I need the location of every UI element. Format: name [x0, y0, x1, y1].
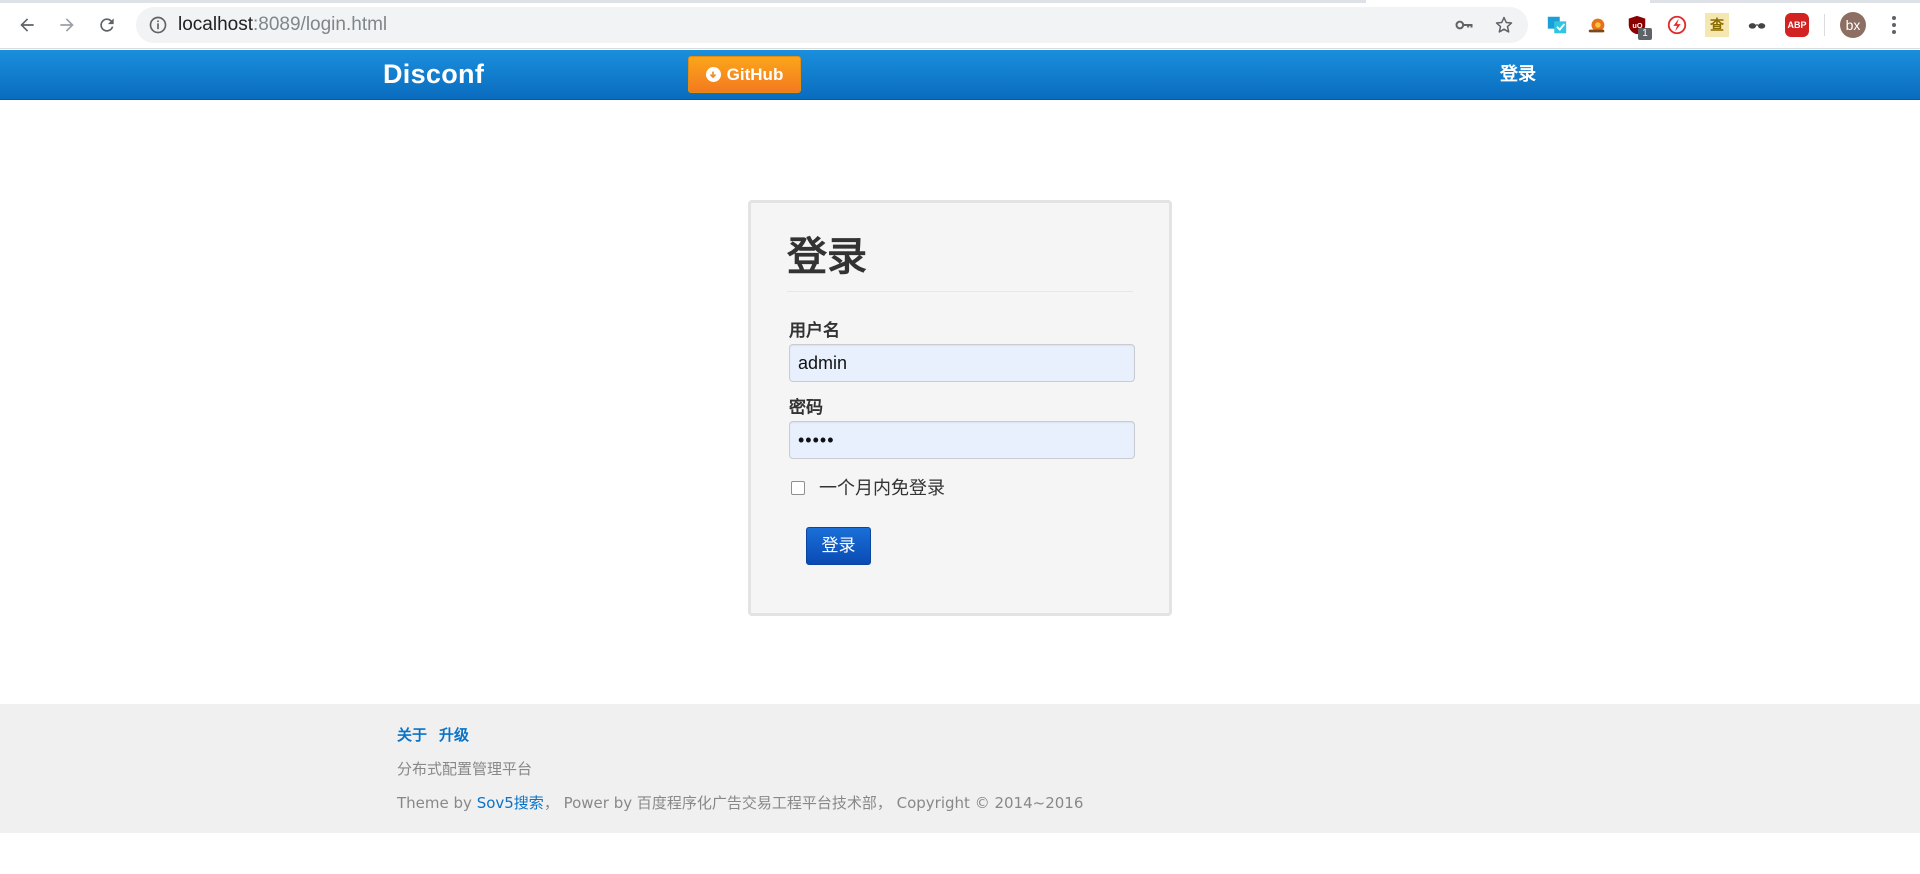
profile-avatar[interactable]: bx	[1840, 12, 1866, 38]
login-title: 登录	[787, 234, 867, 280]
github-arrow-icon	[705, 67, 721, 82]
footer-link-upgrade[interactable]: 升级	[439, 726, 469, 744]
flash-extension-icon[interactable]	[1665, 13, 1689, 37]
extension-badge-count: 1	[1638, 28, 1652, 40]
back-icon[interactable]	[12, 10, 42, 40]
theme-prefix: Theme by	[397, 794, 477, 812]
password-input[interactable]: •••••	[789, 421, 1135, 459]
site-info-icon[interactable]	[148, 15, 168, 35]
nav-login-link[interactable]: 登录	[1500, 64, 1536, 86]
tab-strip	[0, 0, 1366, 3]
login-panel: 登录 用户名 admin 密码 ••••• 一个月内免登录 登录	[748, 200, 1172, 616]
url-host: localhost	[178, 14, 253, 35]
footer-credits: Theme by Sov5搜索， Power by 百度程序化广告交易工程平台技…	[397, 794, 1083, 812]
toolbar-divider	[1824, 14, 1825, 36]
remember-me-checkbox[interactable]	[791, 481, 805, 495]
address-bar[interactable]: localhost:8089/login.html	[136, 7, 1528, 43]
brand-logo[interactable]: Disconf	[383, 57, 484, 91]
theme-link[interactable]: Sov5搜索	[477, 794, 544, 812]
footer-tagline: 分布式配置管理平台	[397, 760, 533, 778]
password-label: 密码	[789, 398, 823, 418]
adblock-extension-icon[interactable]: ABP	[1785, 13, 1809, 37]
dictionary-extension-icon[interactable]: 查	[1705, 13, 1729, 37]
footer-link-about[interactable]: 关于	[397, 726, 427, 744]
title-divider	[787, 291, 1133, 292]
url-path: :8089/login.html	[253, 14, 388, 35]
key-icon[interactable]	[1454, 15, 1474, 35]
username-input[interactable]: admin	[789, 344, 1135, 382]
github-button[interactable]: GitHub	[688, 56, 801, 93]
forward-icon[interactable]	[52, 10, 82, 40]
username-label: 用户名	[789, 321, 840, 341]
translate-extension-icon[interactable]	[1545, 13, 1569, 37]
power-text: ， Power by 百度程序化广告交易工程平台技术部， Copyright ©…	[543, 794, 1084, 812]
page-footer: 关于 升级 分布式配置管理平台 Theme by Sov5搜索， Power by…	[0, 704, 1920, 833]
glasses-extension-icon[interactable]	[1745, 13, 1769, 37]
browser-menu-icon[interactable]	[1884, 14, 1904, 36]
browser-toolbar: localhost:8089/login.html uO 1 查 ABP bx	[0, 0, 1920, 49]
reload-icon[interactable]	[92, 10, 122, 40]
site-navbar: Disconf GitHub 登录	[0, 50, 1920, 100]
bookmark-star-icon[interactable]	[1494, 15, 1514, 35]
login-submit-button[interactable]: 登录	[806, 527, 871, 565]
footer-links: 关于 升级	[397, 726, 481, 744]
address-url[interactable]: localhost:8089/login.html	[178, 15, 387, 35]
github-button-label: GitHub	[726, 64, 784, 84]
tab-strip-right	[1650, 0, 1920, 3]
remember-me-label[interactable]: 一个月内免登录	[819, 478, 945, 499]
snail-extension-icon[interactable]	[1585, 13, 1609, 37]
